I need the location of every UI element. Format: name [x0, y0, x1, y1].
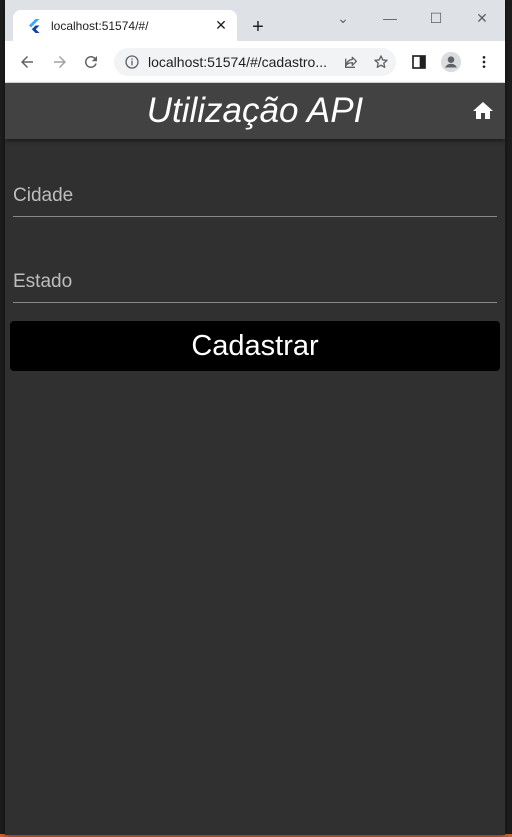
- reload-button[interactable]: [78, 49, 104, 75]
- reload-icon: [84, 55, 97, 68]
- maximize-button[interactable]: ☐: [421, 6, 451, 30]
- info-icon[interactable]: [124, 54, 140, 70]
- forward-button[interactable]: [47, 49, 73, 75]
- profile-button[interactable]: [438, 49, 464, 75]
- share-button[interactable]: [336, 48, 366, 76]
- tab-title: localhost:51574/#/: [51, 18, 149, 33]
- address-bar[interactable]: localhost:51574/#/cadastro...: [114, 48, 396, 76]
- home-icon[interactable]: [471, 99, 495, 123]
- app-bar: Utilização API: [5, 83, 505, 139]
- star-icon: [374, 55, 388, 68]
- estado-input[interactable]: [13, 243, 497, 302]
- browser-menu-button[interactable]: [471, 49, 497, 75]
- cidade-input[interactable]: [13, 157, 497, 216]
- side-panel-button[interactable]: [406, 49, 432, 75]
- sidebar-icon: [412, 55, 426, 69]
- url-text[interactable]: localhost:51574/#/cadastro...: [148, 54, 336, 70]
- share-icon: [345, 56, 357, 68]
- forward-arrow-icon: [54, 56, 66, 68]
- cidade-field[interactable]: Cidade: [13, 157, 497, 217]
- flutter-favicon: [29, 18, 40, 33]
- page-title: Utilização API: [146, 91, 364, 130]
- back-button[interactable]: [14, 49, 40, 75]
- title-bar: localhost:51574/#/ ✕ + ⌄ — ☐ ✕: [5, 0, 505, 41]
- menu-icon: [482, 56, 486, 68]
- back-arrow-icon: [21, 56, 33, 68]
- minimize-button[interactable]: —: [375, 6, 405, 30]
- close-window-button[interactable]: ✕: [467, 6, 497, 30]
- profile-icon: [440, 51, 462, 73]
- browser-tab[interactable]: localhost:51574/#/ ✕: [13, 10, 237, 41]
- cadastrar-button[interactable]: Cadastrar: [10, 321, 500, 371]
- estado-field[interactable]: Estado: [13, 243, 497, 303]
- new-tab-button[interactable]: +: [247, 16, 269, 38]
- background-editor-right: [504, 0, 512, 837]
- app-viewport: Utilização API Cidade Estado Cadastrar: [5, 83, 505, 835]
- bookmark-button[interactable]: [366, 48, 396, 76]
- browser-window: localhost:51574/#/ ✕ + ⌄ — ☐ ✕ localhost…: [5, 0, 505, 835]
- tab-close-icon[interactable]: ✕: [213, 17, 229, 34]
- browser-toolbar: localhost:51574/#/cadastro...: [5, 41, 505, 83]
- tab-search-icon[interactable]: ⌄: [328, 6, 358, 30]
